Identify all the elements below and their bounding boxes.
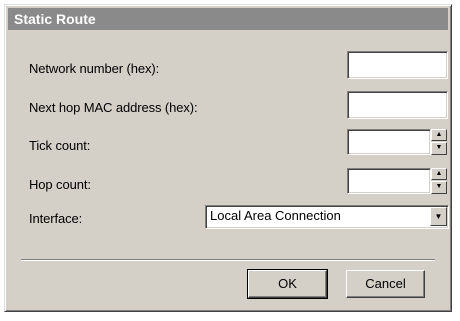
separator (21, 259, 435, 261)
hop-count-spinner[interactable]: ▲ ▼ (431, 168, 447, 194)
down-arrow-icon: ▼ (435, 144, 443, 151)
hop-count-down-button[interactable]: ▼ (431, 181, 447, 194)
chevron-down-icon: ▼ (434, 212, 443, 221)
title-bar[interactable]: Static Route (8, 8, 448, 30)
hop-count-label: Hop count: (29, 177, 91, 192)
down-arrow-icon: ▼ (435, 183, 443, 190)
cancel-button[interactable]: Cancel (346, 270, 425, 298)
tick-count-spinner[interactable]: ▲ ▼ (431, 129, 447, 155)
up-arrow-icon: ▲ (435, 170, 443, 177)
tick-count-up-button[interactable]: ▲ (431, 129, 447, 141)
network-number-label: Network number (hex): (29, 61, 160, 76)
network-number-input[interactable] (347, 51, 448, 79)
window-title: Static Route (14, 11, 96, 27)
interface-dropdown-button[interactable]: ▼ (430, 207, 447, 226)
tick-count-label: Tick count: (29, 138, 91, 153)
interface-label: Interface: (29, 211, 83, 226)
tick-count-input[interactable] (347, 129, 431, 155)
tick-count-down-button[interactable]: ▼ (431, 142, 447, 155)
hop-count-up-button[interactable]: ▲ (431, 168, 447, 180)
up-arrow-icon: ▲ (435, 131, 443, 138)
interface-selected-value: Local Area Connection (210, 208, 341, 223)
interface-select[interactable]: Local Area Connection (205, 205, 449, 229)
ok-button[interactable]: OK (247, 269, 328, 299)
next-hop-mac-input[interactable] (347, 91, 448, 119)
hop-count-input[interactable] (347, 168, 431, 194)
next-hop-mac-label: Next hop MAC address (hex): (29, 100, 198, 115)
static-route-dialog: Static Route Network number (hex): Next … (4, 4, 452, 312)
